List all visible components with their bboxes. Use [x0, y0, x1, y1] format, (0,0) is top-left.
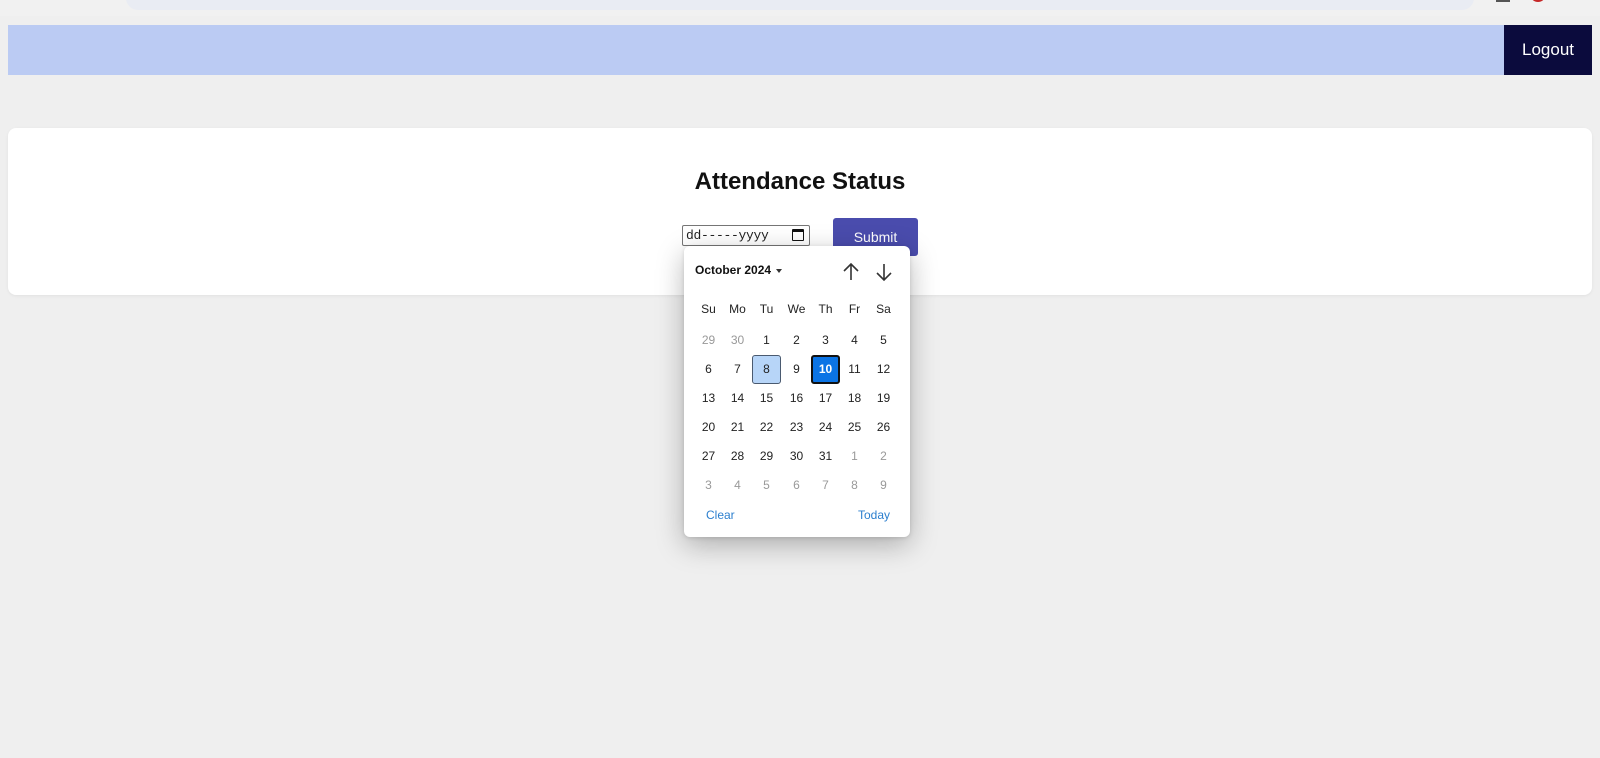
previous-month-button[interactable] [838, 258, 864, 284]
calendar-day[interactable]: 8 [840, 471, 869, 500]
calendar-day-focused[interactable]: 8 [752, 355, 781, 384]
calendar-week-row: 29 30 1 2 3 4 5 [694, 326, 899, 355]
clear-button[interactable]: Clear [706, 508, 735, 522]
calendar-day[interactable]: 29 [752, 442, 781, 471]
calendar-day[interactable]: 13 [694, 384, 723, 413]
calendar-day[interactable]: 7 [811, 471, 840, 500]
calendar-day[interactable]: 4 [723, 471, 752, 500]
arrow-down-icon [876, 264, 892, 282]
calendar-day[interactable]: 2 [869, 442, 898, 471]
calendar-week-row: 27 28 29 30 31 1 2 [694, 442, 899, 471]
month-year-selector[interactable]: October 2024 [695, 263, 783, 277]
calendar-day[interactable]: 7 [723, 355, 752, 384]
calendar-day[interactable]: 6 [694, 355, 723, 384]
date-input[interactable]: dd-----yyyy [682, 225, 810, 246]
calendar-icon[interactable] [792, 229, 804, 241]
calendar-day[interactable]: 23 [782, 413, 811, 442]
calendar-week-row: 3456789 [694, 471, 899, 500]
calendar-day[interactable]: 9 [869, 471, 898, 500]
page-title: Attendance Status [694, 168, 906, 195]
calendar-day[interactable]: 3 [694, 471, 723, 500]
calendar-day[interactable]: 5 [752, 471, 781, 500]
weekday-label: Fr [848, 302, 861, 316]
calendar-day[interactable]: 27 [694, 442, 723, 471]
calendar-day[interactable]: 24 [811, 413, 840, 442]
weekday-label: Mo [729, 302, 746, 316]
calendar-day[interactable]: 9 [782, 355, 811, 384]
calendar-day[interactable]: 26 [869, 413, 898, 442]
weekday-label: We [787, 302, 806, 316]
calendar-day[interactable]: 25 [840, 413, 869, 442]
calendar-day[interactable]: 16 [782, 384, 811, 413]
calendar-day[interactable]: 12 [869, 355, 898, 384]
date-input-placeholder: dd-----yyyy [686, 228, 769, 243]
next-month-button[interactable] [871, 258, 897, 284]
profile-icon[interactable] [1530, 0, 1546, 2]
calendar-day[interactable]: 4 [840, 326, 869, 355]
calendar-day[interactable]: 22 [752, 413, 781, 442]
date-picker-popup: October 2024 Su Mo Tu We Th Fr Sa 29 30 1 2… [684, 246, 910, 537]
calendar-day[interactable]: 17 [811, 384, 840, 413]
calendar-day[interactable]: 14 [723, 384, 752, 413]
calendar-day[interactable]: 1 [752, 326, 781, 355]
calendar-week-row: 13 14 15 16 17 18 19 [694, 384, 899, 413]
calendar-day[interactable]: 18 [840, 384, 869, 413]
calendar-day[interactable]: 5 [869, 326, 898, 355]
logout-button[interactable]: Logout [1504, 25, 1592, 75]
weekday-label: Su [701, 302, 716, 316]
month-year-label: October 2024 [695, 263, 772, 277]
top-navbar: Logout [8, 25, 1592, 75]
calendar-day[interactable]: 15 [752, 384, 781, 413]
calendar-day[interactable]: 6 [782, 471, 811, 500]
calendar-day[interactable]: 30 [782, 442, 811, 471]
weekday-label: Tu [759, 302, 774, 316]
calendar-day[interactable]: 20 [694, 413, 723, 442]
calendar-day[interactable]: 3 [811, 326, 840, 355]
today-button[interactable]: Today [858, 508, 890, 522]
caret-down-icon [776, 268, 783, 273]
calendar-day[interactable]: 2 [782, 326, 811, 355]
arrow-up-icon [843, 262, 859, 280]
calendar-day[interactable]: 21 [723, 413, 752, 442]
calendar-day[interactable]: 1 [840, 442, 869, 471]
calendar-day[interactable]: 31 [811, 442, 840, 471]
calendar-week-row: 6 7 8 9 10 11 12 [694, 355, 899, 384]
weekday-label: Sa [876, 302, 891, 316]
calendar-day[interactable]: 11 [840, 355, 869, 384]
calendar-day[interactable]: 19 [869, 384, 898, 413]
calendar-day-selected[interactable]: 10 [811, 355, 840, 384]
address-bar[interactable] [126, 0, 1474, 10]
weekday-label: Th [818, 302, 833, 316]
calendar-week-row: 20 21 22 23 24 25 26 [694, 413, 899, 442]
calendar-day[interactable]: 29 [694, 326, 723, 355]
weekday-header: Su Mo Tu We Th Fr Sa [694, 302, 899, 318]
extension-icon[interactable] [1496, 0, 1510, 2]
calendar-day[interactable]: 28 [723, 442, 752, 471]
calendar-day[interactable]: 30 [723, 326, 752, 355]
browser-chrome-strip [0, 0, 1600, 16]
